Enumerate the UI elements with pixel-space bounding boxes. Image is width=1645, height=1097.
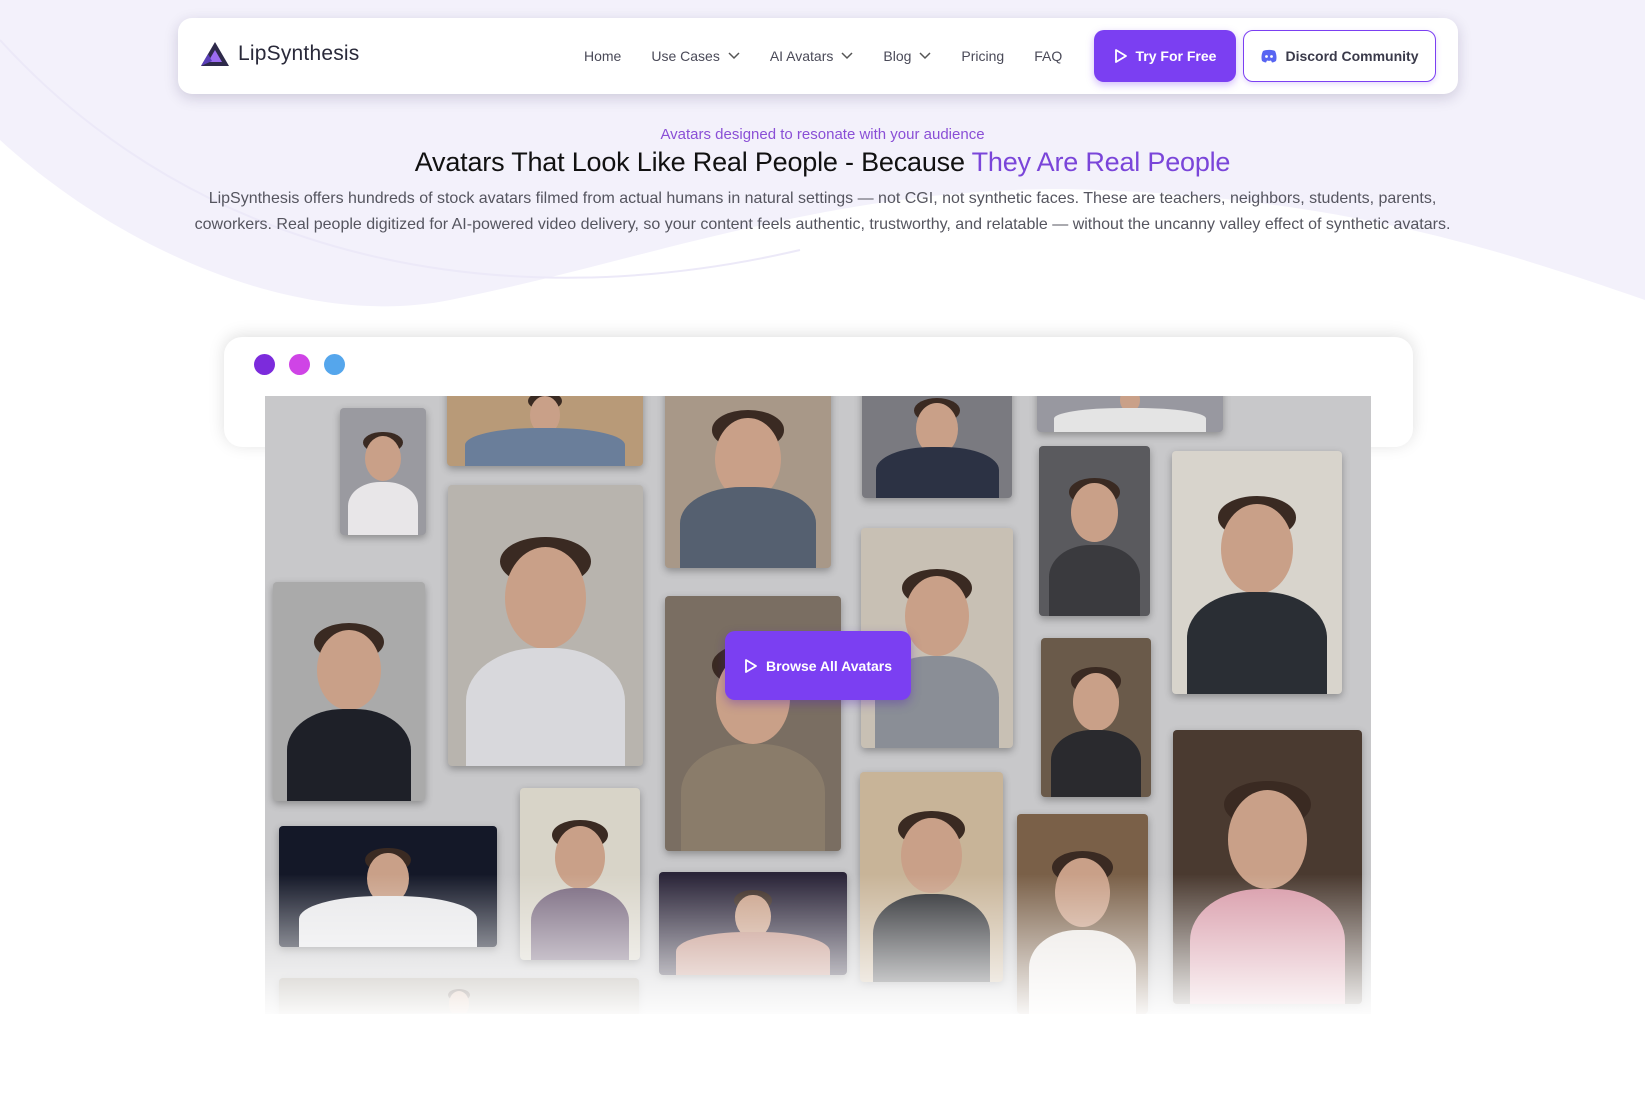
chevron-down-icon [841,52,853,60]
avatar-body [1053,408,1207,432]
try-for-free-button[interactable]: Try For Free [1094,30,1236,82]
nav-item-faq[interactable]: FAQ [1034,48,1062,64]
play-icon [1114,49,1127,63]
avatar-thumbnail[interactable] [1037,396,1223,432]
nav-item-pricing[interactable]: Pricing [961,48,1004,64]
discord-community-button[interactable]: Discord Community [1243,30,1436,82]
avatar-face [504,546,587,650]
avatar-body [465,647,626,766]
nav-item-ai-avatars[interactable]: AI Avatars [770,48,854,64]
avatar-body [464,428,626,466]
avatar-body [347,481,419,535]
window-dot-magenta [289,354,310,375]
avatar-face [1071,483,1118,542]
avatar-face [1221,504,1293,594]
window-dot-purple [254,354,275,375]
browse-all-avatars-button[interactable]: Browse All Avatars [725,631,911,700]
avatar-thumbnail[interactable] [862,396,1012,498]
avatar-thumbnail[interactable] [448,485,643,766]
nav-item-use-cases[interactable]: Use Cases [651,48,740,64]
avatar-body [286,709,412,801]
gallery-fade-overlay [265,874,1371,1014]
browse-button-label: Browse All Avatars [765,657,893,674]
logo[interactable]: LipSynthesis [200,41,359,67]
hero-headline: Avatars That Look Like Real People - Bec… [0,147,1645,178]
play-icon [745,658,757,673]
hero-section: Avatars designed to resonate with your a… [0,126,1645,238]
avatar-thumbnail[interactable] [1039,446,1150,616]
nav-label: Pricing [961,48,1005,64]
avatar-face [1072,672,1120,731]
avatar-thumbnail[interactable] [1041,638,1151,797]
main-nav: Home Use Cases AI Avatars Blog Pricing F… [584,18,1092,94]
avatar-body [680,743,826,851]
hero-description: LipSynthesis offers hundreds of stock av… [194,190,1451,233]
discord-icon [1261,49,1278,63]
avatar-thumbnail[interactable] [665,396,831,568]
avatar-thumbnail[interactable] [340,408,426,535]
avatar-face [905,576,969,657]
headline-accent: They Are Real People [971,147,1231,177]
avatar-thumbnail[interactable] [1172,451,1342,694]
avatar-body [875,446,999,498]
nav-label: Blog [883,48,912,64]
nav-label: FAQ [1034,48,1063,64]
logo-icon [201,42,229,66]
navbar: LipSynthesis Home Use Cases AI Avatars B… [178,18,1458,94]
avatar-thumbnail[interactable] [447,396,643,466]
window-controls [254,354,345,375]
avatar-body [1050,730,1142,797]
avatar-face [364,435,402,482]
nav-label: AI Avatars [769,48,834,64]
chevron-down-icon [728,52,740,60]
logo-text: LipSynthesis [238,42,360,65]
nav-label: Home [584,48,622,64]
window-dot-blue [324,354,345,375]
avatar-face [317,630,381,710]
nav-item-blog[interactable]: Blog [883,48,931,64]
avatar-body [1048,544,1140,616]
hero-eyebrow: Avatars designed to resonate with your a… [660,126,985,143]
headline-plain: Avatars That Look Like Real People - Bec… [414,147,972,177]
try-button-label: Try For Free [1135,48,1217,64]
discord-button-label: Discord Community [1285,48,1419,64]
avatar-body [679,487,817,568]
nav-label: Use Cases [651,48,720,64]
avatar-gallery [265,396,1371,1014]
avatar-body [1187,591,1327,694]
chevron-down-icon [919,52,931,60]
nav-item-home[interactable]: Home [584,48,621,64]
avatar-thumbnail[interactable] [273,582,425,801]
